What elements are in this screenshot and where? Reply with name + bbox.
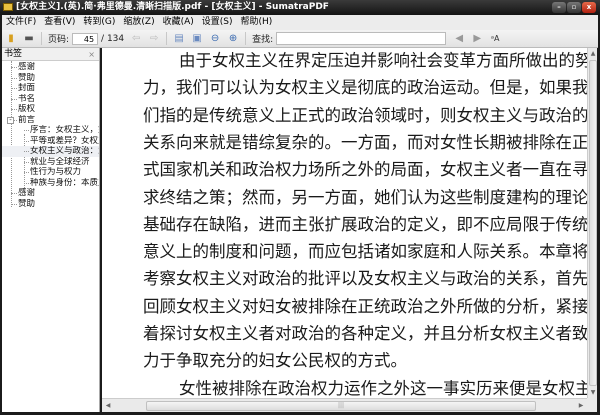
menu-zoom[interactable]: 缩放(Z) xyxy=(119,15,158,30)
next-page-icon[interactable]: ⇨ xyxy=(147,32,161,46)
previous-page-icon[interactable]: ⇦ xyxy=(129,32,143,46)
scroll-right-icon[interactable]: ▶ xyxy=(576,400,586,411)
page-label: 页码: xyxy=(48,35,70,45)
bookmark-item[interactable]: 感谢 xyxy=(2,188,99,199)
bookmark-item[interactable]: 就业与全球经济 xyxy=(2,157,99,168)
vertical-scrollbar[interactable]: ▲ ▼ xyxy=(587,48,597,398)
find-label: 查找: xyxy=(252,35,274,45)
separator xyxy=(166,32,168,45)
text-line: 基础存在缺陷，进而主张扩展政治的定义，即不应局限于传统 xyxy=(143,214,587,234)
text-line: 由于女权主义在界定压迫并影响社会变革方面所做出的努 xyxy=(179,51,587,70)
separator xyxy=(41,32,42,45)
menu-bar: 文件(F) 查看(V) 转到(G) 缩放(Z) 收藏(A) 设置(S) 帮助(H… xyxy=(2,15,598,30)
text-line: 回顾女权主义对妇女被排除在正统政治之外所做的分析，紧接 xyxy=(143,296,587,316)
text-line: 着探讨女权主义者对政治的各种定义，并且分析女权主义者致 xyxy=(143,324,587,343)
collapse-icon[interactable]: - xyxy=(7,116,14,124)
find-next-icon[interactable]: ▶ xyxy=(470,32,484,46)
find-previous-icon[interactable]: ◀ xyxy=(452,32,466,46)
separator xyxy=(245,32,247,45)
document-view[interactable]: 由于女权主义在界定压迫并影响社会变革方面所做出的努力，我们可以认为女权主义是彻底… xyxy=(102,48,587,398)
bookmark-item[interactable]: 书名 xyxy=(2,94,99,105)
zoom-in-icon[interactable]: ⊕ xyxy=(226,32,240,46)
sidebar-close-icon[interactable]: × xyxy=(88,48,95,61)
window-title: [女权主义].(英).简·弗里德曼.清晰扫描版.pdf - [女权主义] - S… xyxy=(16,2,329,12)
fit-width-icon[interactable]: ▣ xyxy=(190,32,204,46)
app-icon xyxy=(3,3,13,11)
print-icon[interactable]: ▬ xyxy=(22,32,36,46)
scroll-up-icon[interactable]: ▲ xyxy=(588,48,598,59)
bookmark-item[interactable]: 封面 xyxy=(2,83,99,94)
text-line: 们指的是传统意义上正式的政治领域时，则女权主义与政治的 xyxy=(143,105,587,125)
zoom-out-icon[interactable]: ⊖ xyxy=(208,32,222,46)
text-line: 考察女权主义对政治的批评以及女权主义与政治的关系，首先 xyxy=(143,269,587,289)
close-button[interactable]: x xyxy=(582,2,596,13)
menu-favorites[interactable]: 收藏(A) xyxy=(159,15,198,30)
bookmark-item[interactable]: 赞助 xyxy=(2,73,99,84)
text-line: 力，我们可以认为女权主义是彻底的政治运动。但是，如果我 xyxy=(143,78,587,98)
toolbar: ▮ ▬ 页码: 45 / 134 ⇦ ⇨ ▤ ▣ ⊖ ⊕ 查找: ◀ ▶ ᵃA xyxy=(2,30,598,48)
text-line: 女性被排除在政治权力运作之外这一事实历来便是女权主 xyxy=(179,378,587,398)
sidebar-title: 书签 xyxy=(4,49,23,59)
text-line: 式国家机关和政治权力场所之外的局面，女权主义者一直在寻 xyxy=(143,160,587,180)
text-line: 求终结之策；然而，另一方面，她们认为这些制度建构的理论 xyxy=(143,187,587,207)
minimize-button[interactable]: – xyxy=(552,2,566,13)
vertical-scroll-thumb[interactable] xyxy=(589,60,597,386)
match-case-icon[interactable]: ᵃA xyxy=(488,32,502,46)
text-line: 关系向来就是错综复杂的。一方面，而对女性长期被排除在正 xyxy=(143,132,587,152)
menu-view[interactable]: 查看(V) xyxy=(40,15,79,30)
bookmark-item[interactable]: 性行为与权力 xyxy=(2,167,99,178)
bookmark-item-selected[interactable]: 女权主义与政治：为 xyxy=(2,146,99,157)
horizontal-scroll-thumb[interactable]: ||| xyxy=(146,401,536,411)
scroll-left-icon[interactable]: ◀ xyxy=(103,400,113,411)
bookmark-item[interactable]: 版权 xyxy=(2,104,99,115)
bookmark-item[interactable]: 序言：女权主义，如 xyxy=(2,125,99,136)
bookmarks-sidebar: 书签 × 感谢 赞助 封面 书名 版权 - 前言 序言：女权主义，如 平等或差异？… xyxy=(2,48,100,412)
bookmark-tree: 感谢 赞助 封面 书名 版权 - 前言 序言：女权主义，如 平等或差异？女权主 女… xyxy=(2,61,99,209)
menu-goto[interactable]: 转到(G) xyxy=(79,15,119,30)
menu-settings[interactable]: 设置(S) xyxy=(198,15,237,30)
page-number-input[interactable]: 45 xyxy=(72,32,99,45)
bookmark-item[interactable]: 平等或差异？女权主 xyxy=(2,136,99,147)
horizontal-scrollbar[interactable]: ◀ ||| ▶ xyxy=(102,398,587,412)
find-input[interactable] xyxy=(276,32,447,45)
bookmark-item[interactable]: 感谢 xyxy=(2,62,99,73)
text-line: 意义上的制度和问题，而应包括诸如家庭和人际关系。本章将 xyxy=(143,242,587,262)
scrollbar-corner xyxy=(587,398,597,412)
bookmark-label: 前言 xyxy=(18,114,36,125)
menu-help[interactable]: 帮助(H) xyxy=(237,15,277,30)
page-total: / 134 xyxy=(101,33,125,44)
maximize-button[interactable]: ▫ xyxy=(567,2,581,13)
bookmark-item[interactable]: 种族与身份：本质主 xyxy=(2,178,99,189)
scroll-down-icon[interactable]: ▼ xyxy=(588,387,598,398)
bookmark-item[interactable]: 赞助 xyxy=(2,199,99,210)
sidebar-header: 书签 × xyxy=(2,48,99,61)
title-bar: [女权主义].(英).简·弗里德曼.清晰扫描版.pdf - [女权主义] - S… xyxy=(0,0,600,15)
fit-page-icon[interactable]: ▤ xyxy=(172,32,186,46)
bookmark-item-preface[interactable]: - 前言 xyxy=(2,115,99,126)
menu-file[interactable]: 文件(F) xyxy=(2,15,40,30)
text-line: 力于争取充分的妇女公民权的方式。 xyxy=(143,351,407,371)
open-file-icon[interactable]: ▮ xyxy=(4,32,18,46)
